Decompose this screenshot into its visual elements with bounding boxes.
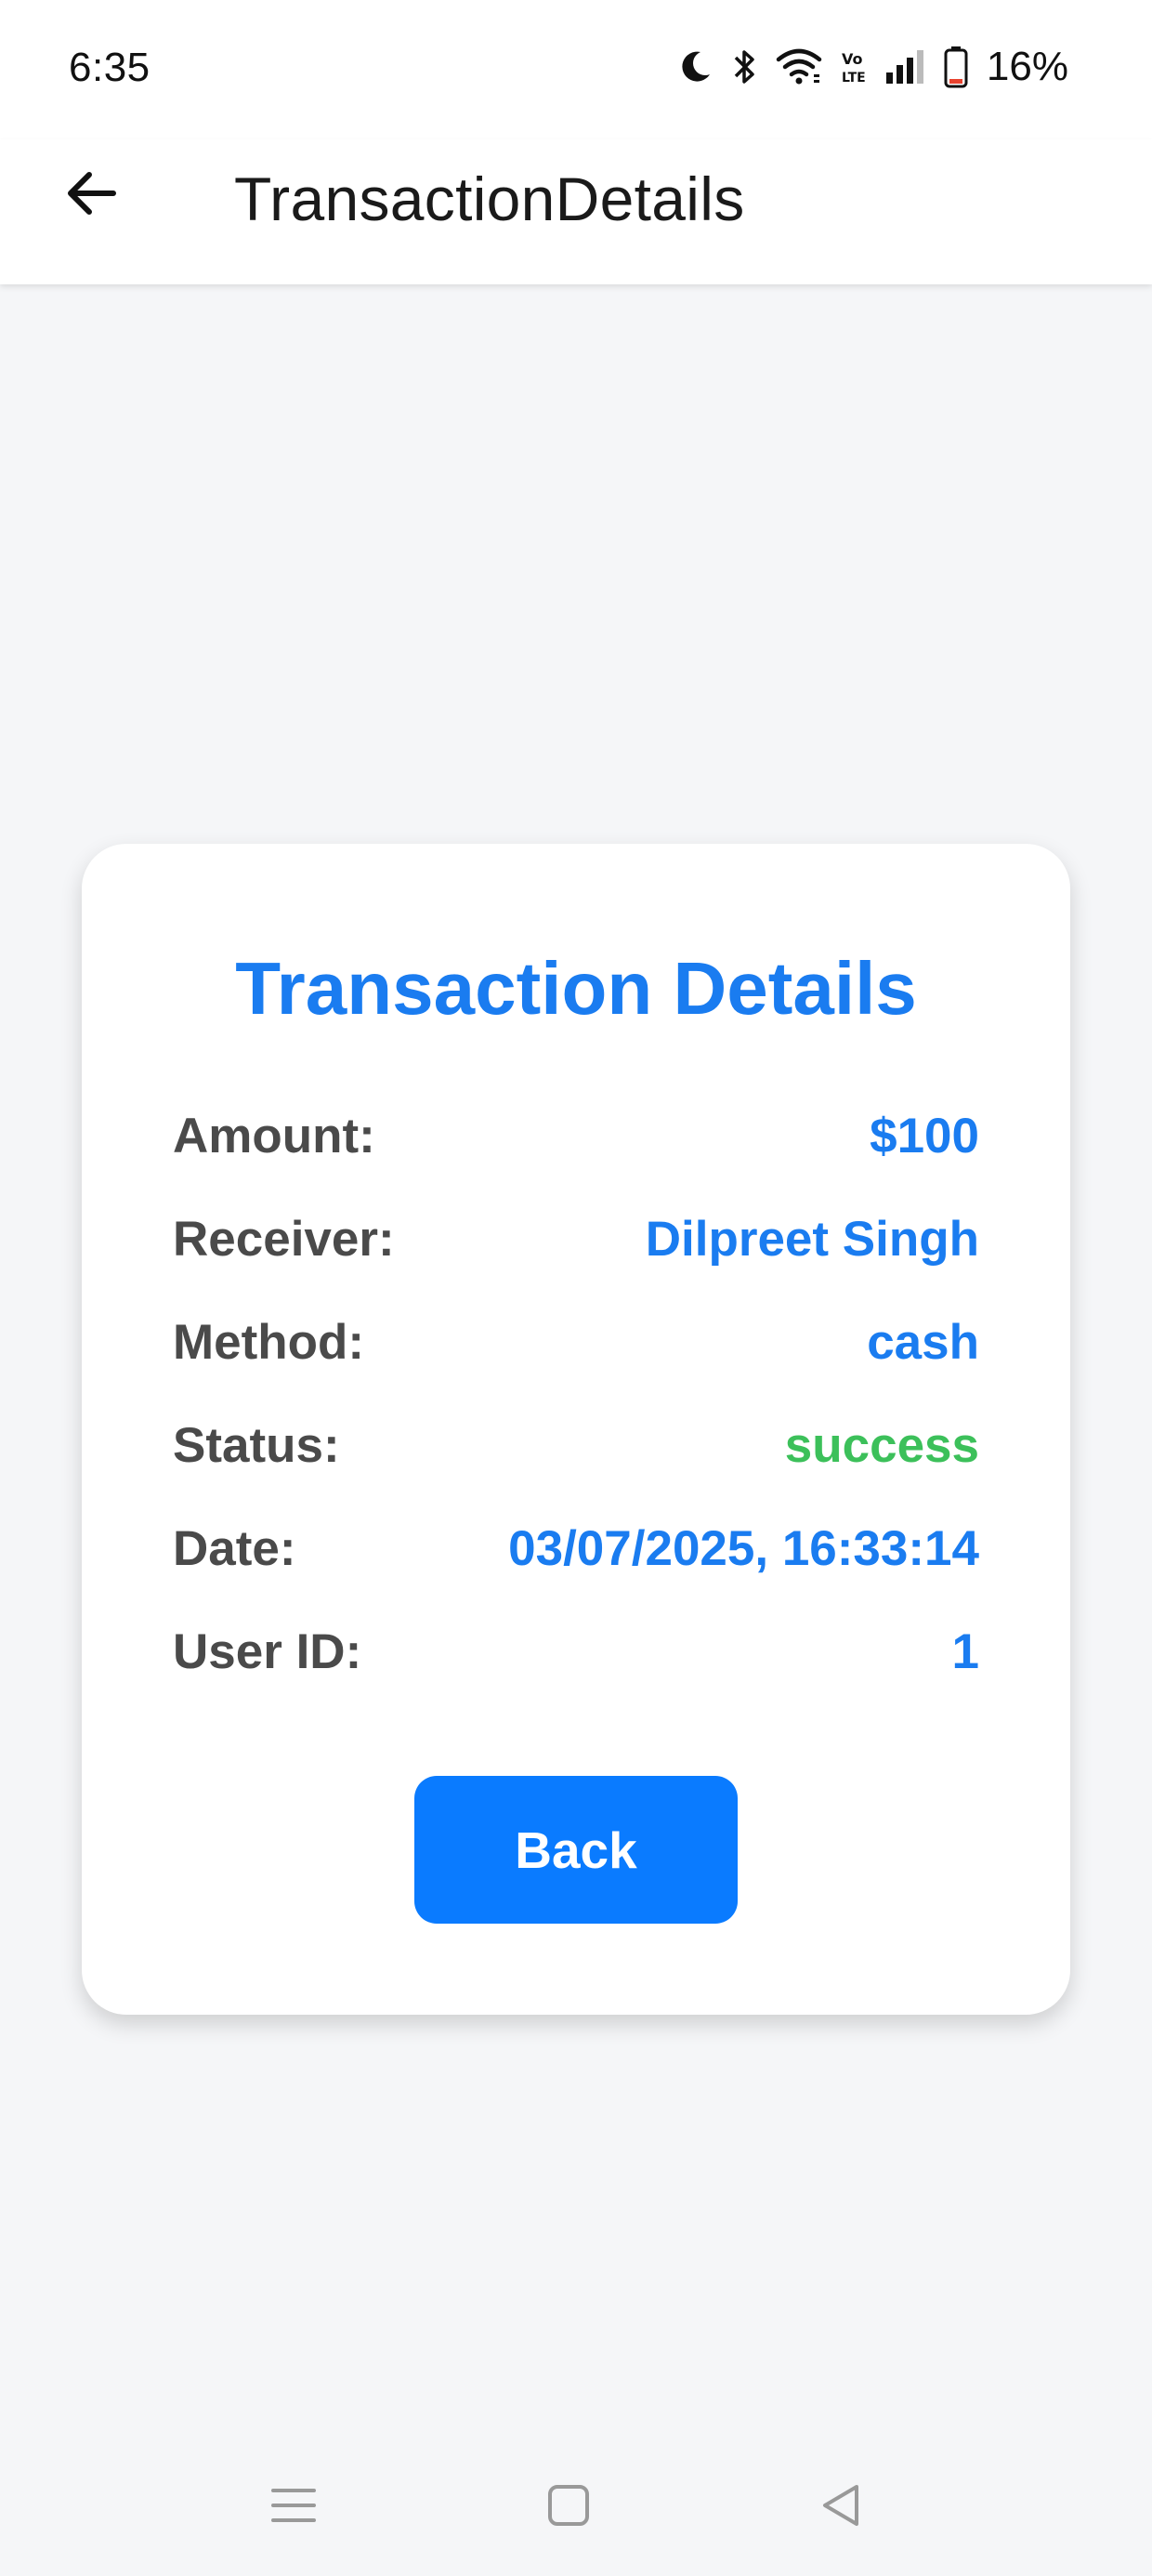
moon-icon: [676, 48, 713, 85]
date-value: 03/07/2025, 16:33:14: [508, 1521, 979, 1576]
back-triangle-icon[interactable]: [816, 2479, 868, 2531]
transaction-card: Transaction Details Amount: $100 Receive…: [82, 844, 1070, 2015]
detail-row-amount: Amount: $100: [173, 1108, 979, 1173]
receiver-value: Dilpreet Singh: [645, 1212, 979, 1267]
battery-percent: 16%: [986, 44, 1068, 89]
card-title: Transaction Details: [235, 947, 917, 1030]
back-arrow-icon[interactable]: [59, 160, 126, 227]
menu-icon[interactable]: [268, 2479, 320, 2531]
status-icons: Vo LTE 16%: [676, 43, 1068, 91]
volte-icon: Vo LTE: [840, 46, 868, 87]
wifi-icon: [775, 46, 823, 87]
date-label: Date:: [173, 1521, 296, 1576]
status-value: success: [784, 1418, 979, 1473]
status-bar: 6:35 Vo LTE 16%: [0, 0, 1152, 139]
battery-icon: [944, 46, 968, 88]
detail-row-date: Date: 03/07/2025, 16:33:14: [173, 1520, 979, 1585]
back-button[interactable]: Back: [414, 1776, 738, 1924]
detail-row-method: Method: cash: [173, 1314, 979, 1379]
detail-row-receiver: Receiver: Dilpreet Singh: [173, 1211, 979, 1276]
amount-value: $100: [870, 1109, 979, 1163]
detail-row-status: Status: success: [173, 1417, 979, 1482]
detail-row-user-id: User ID: 1: [173, 1623, 979, 1689]
amount-label: Amount:: [173, 1109, 375, 1163]
svg-text:Vo: Vo: [842, 50, 863, 68]
status-time: 6:35: [69, 45, 151, 90]
method-label: Method:: [173, 1315, 365, 1370]
user-id-value: 1: [951, 1624, 979, 1679]
receiver-label: Receiver:: [173, 1212, 395, 1267]
bluetooth-icon: [730, 46, 758, 87]
method-value: cash: [867, 1315, 979, 1370]
user-id-label: User ID:: [173, 1624, 362, 1679]
svg-text:LTE: LTE: [842, 71, 866, 85]
app-bar-title: TransactionDetails: [234, 164, 745, 233]
home-square-icon[interactable]: [543, 2479, 595, 2531]
signal-icon: [884, 48, 927, 85]
status-label: Status:: [173, 1418, 340, 1473]
transaction-details-screen: 6:35 Vo LTE 16% TransactionDetails Trans…: [0, 0, 1152, 2576]
